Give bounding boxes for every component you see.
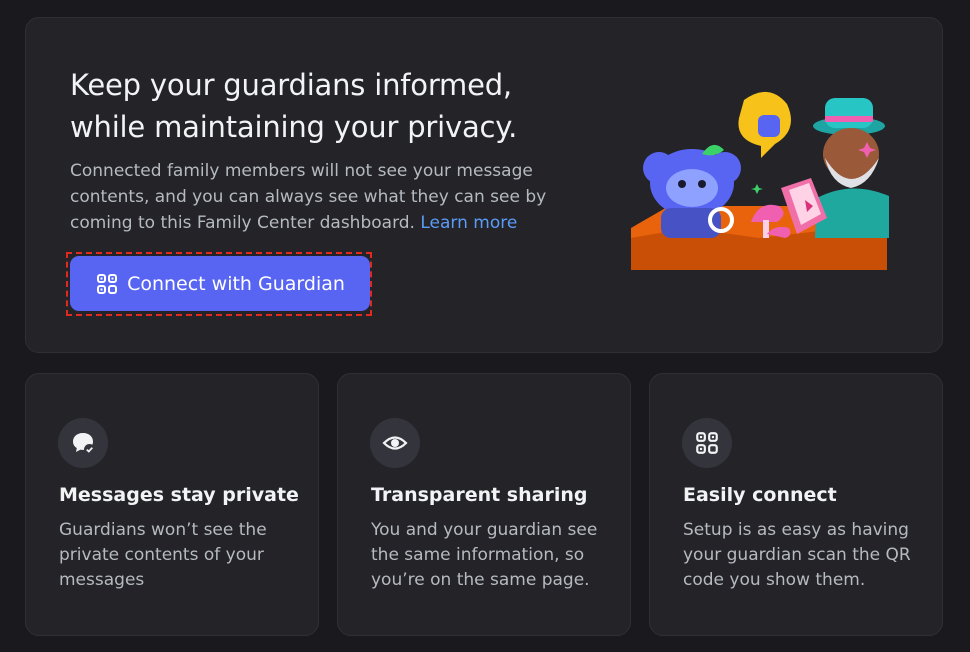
card-description: Guardians won’t see the private contents…: [59, 520, 267, 590]
family-center-illustration: [631, 91, 889, 270]
card-messages-private: Messages stay private Guardians won’t se…: [25, 373, 319, 636]
family-center-hero: Keep your guardians informed, while main…: [25, 17, 943, 353]
card-description: You and your guardian see the same infor…: [371, 520, 598, 590]
card-easily-connect: Easily connect Setup is as easy as havin…: [649, 373, 943, 636]
hero-description: Connected family members will not see yo…: [70, 158, 550, 236]
hero-title: Keep your guardians informed, while main…: [70, 68, 518, 144]
card-icon-container: [58, 418, 108, 468]
connect-with-guardian-button[interactable]: Connect with Guardian: [70, 256, 370, 311]
chat-bubble-check-icon: [73, 433, 95, 455]
card-title: Transparent sharing: [371, 484, 588, 506]
card-icon-container: [370, 418, 420, 468]
card-transparent-sharing: Transparent sharing You and your guardia…: [337, 373, 631, 636]
connect-button-label: Connect with Guardian: [127, 272, 345, 295]
card-title: Messages stay private: [59, 484, 299, 506]
eye-icon: [382, 436, 408, 450]
learn-more-link[interactable]: Learn more: [420, 213, 517, 233]
card-title: Easily connect: [683, 484, 837, 506]
qr-code-icon: [696, 432, 718, 454]
card-description: Setup is as easy as having your guardian…: [683, 520, 911, 590]
qr-code-icon: [97, 273, 118, 294]
card-icon-container: [682, 418, 732, 468]
